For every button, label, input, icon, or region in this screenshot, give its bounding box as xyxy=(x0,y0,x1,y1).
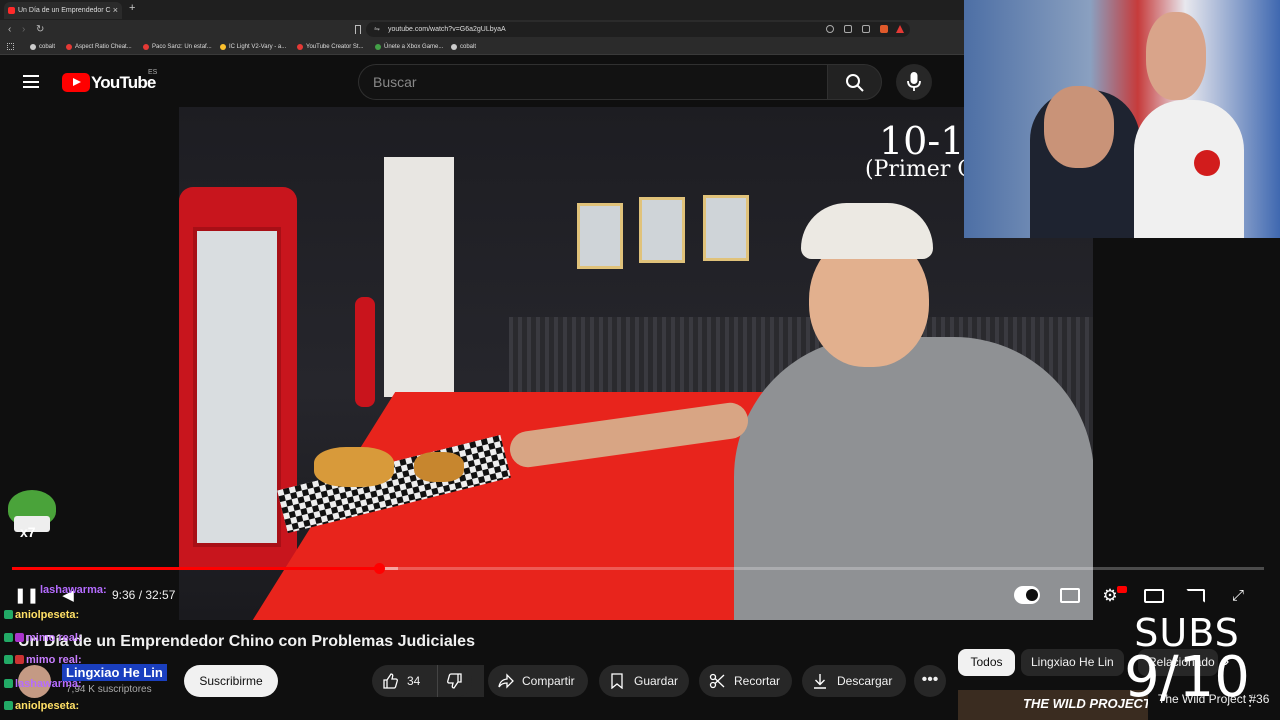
wall-frame xyxy=(703,195,749,261)
cast-icon[interactable] xyxy=(1186,589,1205,603)
filter-chip-all[interactable]: Todos xyxy=(958,649,1015,676)
brave-shield-icon[interactable] xyxy=(880,25,888,33)
captions-icon[interactable] xyxy=(1060,588,1080,603)
person-shirt xyxy=(734,337,1093,620)
apps-grid-icon[interactable] xyxy=(7,43,14,50)
bookmark-item[interactable]: cobalt xyxy=(451,39,476,55)
person-cap xyxy=(801,203,933,259)
person-left-face xyxy=(1044,86,1114,168)
reload-icon[interactable]: ↻ xyxy=(36,20,44,39)
tab-title: Un Día de un Emprendedor C xyxy=(18,7,111,14)
region-code: ES xyxy=(148,69,158,76)
bookmark-item[interactable]: YouTube Creator St... xyxy=(297,39,364,55)
download-label: Descargar xyxy=(837,674,893,688)
emote-multiplier: x7 xyxy=(20,524,36,540)
bookmark-icon xyxy=(611,673,623,689)
fridge xyxy=(179,187,297,567)
site-info-icon[interactable]: ⇋ xyxy=(374,22,380,37)
bookmark-item[interactable]: Paco Sanz: Un estaf... xyxy=(143,39,212,55)
browser-tab-bar: Un Día de un Emprendedor C × + xyxy=(0,0,965,20)
chat-message: aniolpeseta: xyxy=(4,609,79,621)
scrubber-handle[interactable] xyxy=(373,563,385,574)
browser-toolbar: ‹ › ↻ ⇋ youtube.com/watch?v=G6a2gULbyaA xyxy=(0,20,965,39)
bookmark-item[interactable]: Únete a Xbox Game... xyxy=(375,39,443,55)
video-overlay-sub: (Primer C xyxy=(865,157,975,182)
install-icon[interactable] xyxy=(844,25,852,33)
share-label: Compartir xyxy=(522,674,575,688)
chat-message: mimo real: xyxy=(4,632,82,644)
progress-played xyxy=(12,567,379,570)
chat-message: lashawarma: xyxy=(4,678,82,690)
back-icon[interactable]: ‹ xyxy=(8,20,11,39)
fire-extinguisher xyxy=(355,297,375,407)
share-icon xyxy=(498,673,514,689)
zoom-icon[interactable] xyxy=(826,25,834,33)
wall-frame xyxy=(577,203,623,269)
like-count: 34 xyxy=(407,674,421,688)
chat-message: lashawarma: xyxy=(40,584,107,596)
person-right-face xyxy=(1146,12,1206,100)
thumbs-down-icon xyxy=(447,673,462,689)
youtube-header: YouTube ES Buscar xyxy=(0,56,965,108)
autoplay-knob xyxy=(1026,589,1038,601)
voice-search-button[interactable] xyxy=(896,64,932,100)
wall-frame xyxy=(639,197,685,263)
microphone-icon xyxy=(907,72,921,91)
bookmark-item[interactable]: cobalt xyxy=(30,39,55,55)
video-player[interactable]: 10-11 (Primer C xyxy=(179,107,1093,620)
forward-icon[interactable]: › xyxy=(22,20,25,39)
miniplayer-icon[interactable] xyxy=(1144,589,1164,603)
share-button[interactable]: Compartir xyxy=(488,665,588,697)
person-right xyxy=(1134,100,1244,238)
chat-message: aniolpeseta: xyxy=(4,700,79,712)
food xyxy=(314,447,394,487)
rewards-icon[interactable] xyxy=(896,25,904,33)
autoplay-toggle[interactable] xyxy=(1014,586,1040,604)
new-tab-icon[interactable]: + xyxy=(129,2,135,14)
url-text: youtube.com/watch?v=G6a2gULbyaA xyxy=(388,26,506,33)
clip-button[interactable]: Recortar xyxy=(699,665,792,697)
dislike-button[interactable] xyxy=(437,665,472,697)
door xyxy=(384,157,454,397)
close-icon[interactable]: × xyxy=(113,2,118,19)
subs-goal-count: 9/10 xyxy=(1124,645,1250,710)
download-icon xyxy=(814,674,826,689)
stream-chat-overlay: lashawarma: aniolpeseta: mimo real: mimo… xyxy=(0,582,200,720)
hd-badge-icon xyxy=(1117,586,1127,593)
fullscreen-icon[interactable]: ⤢ xyxy=(1226,584,1250,608)
streamer-webcam xyxy=(964,0,1280,238)
browser-tab[interactable]: Un Día de un Emprendedor C × xyxy=(4,2,122,19)
bookmark-item[interactable]: IC Light V2-Vary - a... xyxy=(220,39,286,55)
share-page-icon[interactable] xyxy=(862,25,870,33)
youtube-favicon-icon xyxy=(8,7,15,14)
address-bar[interactable]: ⇋ youtube.com/watch?v=G6a2gULbyaA xyxy=(366,22,910,37)
bookmark-star-icon[interactable] xyxy=(355,25,361,34)
boxing-glove xyxy=(1194,150,1220,176)
thumbs-up-icon xyxy=(383,673,398,689)
search-input[interactable]: Buscar xyxy=(358,64,827,100)
chat-message: mimo real: xyxy=(4,654,82,666)
save-label: Guardar xyxy=(634,674,679,688)
food xyxy=(414,452,464,482)
more-actions-button[interactable]: ••• xyxy=(914,665,946,697)
fridge-window xyxy=(193,227,281,547)
bookmarks-bar: cobalt Aspect Ratio Cheat... Paco Sanz: … xyxy=(0,39,965,55)
bookmark-item[interactable]: Aspect Ratio Cheat... xyxy=(66,39,132,55)
youtube-logo-icon[interactable] xyxy=(62,73,90,92)
more-icon: ••• xyxy=(921,671,939,688)
search-icon xyxy=(846,74,864,92)
menu-icon[interactable] xyxy=(23,75,39,88)
scissors-icon xyxy=(709,673,725,689)
subs-goal-overlay: SUBS 9/10 xyxy=(1092,614,1280,706)
search-button[interactable] xyxy=(827,64,882,100)
clip-label: Recortar xyxy=(734,674,781,688)
save-button[interactable]: Guardar xyxy=(599,665,689,697)
frog-emote-icon: x7 xyxy=(4,488,58,544)
youtube-wordmark[interactable]: YouTube xyxy=(91,73,156,93)
download-button[interactable]: Descargar xyxy=(802,665,906,697)
